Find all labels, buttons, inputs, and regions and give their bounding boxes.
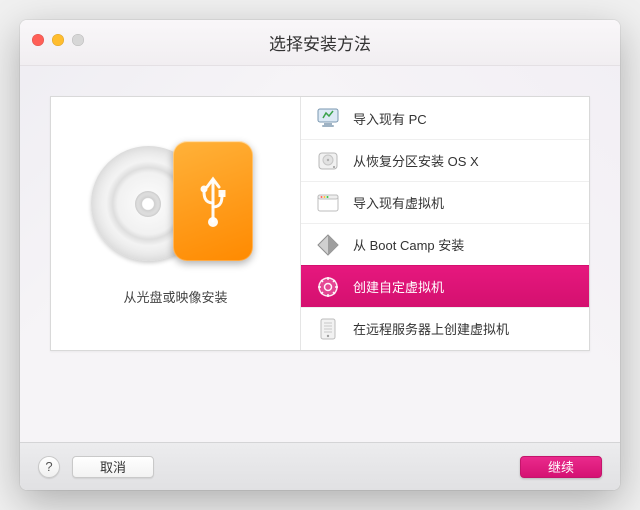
option-label: 创建自定虚拟机 bbox=[353, 277, 444, 296]
option-label: 导入现有虚拟机 bbox=[353, 193, 444, 212]
install-from-disc-pane[interactable]: 从光盘或映像安装 bbox=[51, 97, 301, 350]
close-window-button[interactable] bbox=[32, 34, 44, 46]
install-options-list: 导入现有 PC 从恢复分区安装 OS X bbox=[301, 97, 589, 350]
option-import-pc[interactable]: 导入现有 PC bbox=[301, 97, 589, 139]
option-bootcamp[interactable]: 从 Boot Camp 安装 bbox=[301, 223, 589, 265]
help-button[interactable]: ? bbox=[38, 456, 60, 478]
option-label: 从恢复分区安装 OS X bbox=[353, 151, 479, 170]
method-panel: 从光盘或映像安装 导入现有 PC bbox=[50, 96, 590, 351]
window-controls bbox=[32, 34, 84, 46]
disc-usb-icon bbox=[91, 141, 261, 271]
window-icon bbox=[315, 190, 341, 216]
minimize-window-button[interactable] bbox=[52, 34, 64, 46]
zoom-window-button[interactable] bbox=[72, 34, 84, 46]
hdd-icon bbox=[315, 148, 341, 174]
server-icon bbox=[315, 316, 341, 342]
option-import-vm[interactable]: 导入现有虚拟机 bbox=[301, 181, 589, 223]
cancel-button[interactable]: 取消 bbox=[72, 456, 154, 478]
window-title: 选择安装方法 bbox=[269, 30, 371, 55]
install-from-disc-label: 从光盘或映像安装 bbox=[123, 287, 227, 306]
titlebar: 选择安装方法 bbox=[20, 20, 620, 66]
footer-bar: ? 取消 继续 bbox=[20, 442, 620, 490]
content-area: 从光盘或映像安装 导入现有 PC bbox=[20, 66, 620, 442]
monitor-icon bbox=[315, 105, 341, 131]
option-remote-vm[interactable]: 在远程服务器上创建虚拟机 bbox=[301, 307, 589, 349]
usb-icon bbox=[196, 173, 230, 229]
installer-window: 选择安装方法 bbox=[20, 20, 620, 490]
gear-icon bbox=[315, 274, 341, 300]
option-custom-vm[interactable]: 创建自定虚拟机 bbox=[301, 265, 589, 307]
option-recovery-osx[interactable]: 从恢复分区安装 OS X bbox=[301, 139, 589, 181]
option-label: 在远程服务器上创建虚拟机 bbox=[353, 319, 509, 338]
option-label: 导入现有 PC bbox=[353, 109, 427, 128]
option-label: 从 Boot Camp 安装 bbox=[353, 235, 464, 254]
continue-button[interactable]: 继续 bbox=[520, 456, 602, 478]
partition-icon bbox=[315, 232, 341, 258]
